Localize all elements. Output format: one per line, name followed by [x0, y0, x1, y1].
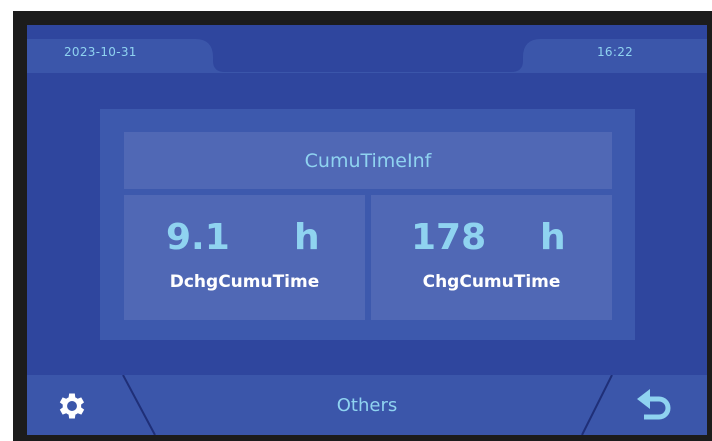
- time-display: 16:22: [597, 45, 634, 59]
- footer-page-title: Others: [336, 394, 398, 416]
- hmi-screen: 2023-10-31 16:22 CumuTimeInf 9.1 h DchgC…: [27, 25, 707, 435]
- date-display: 2023-10-31: [64, 45, 137, 59]
- back-arrow-icon: [637, 389, 671, 420]
- discharge-time-cell: 9.1 h DchgCumuTime: [124, 195, 365, 320]
- back-button[interactable]: [633, 387, 673, 423]
- discharge-time-unit: h: [294, 217, 320, 258]
- panel-title: CumuTimeInf: [124, 132, 612, 189]
- discharge-time-label: DchgCumuTime: [169, 272, 320, 292]
- charge-time-unit: h: [540, 217, 566, 258]
- charge-time-label: ChgCumuTime: [422, 272, 561, 292]
- footer-bar: Others: [27, 375, 707, 435]
- charge-time-value: 178: [411, 217, 487, 258]
- cumulative-time-panel: CumuTimeInf 9.1 h DchgCumuTime 178 h Chg…: [100, 109, 635, 340]
- charge-time-cell: 178 h ChgCumuTime: [371, 195, 612, 320]
- discharge-time-value: 9.1: [166, 217, 230, 258]
